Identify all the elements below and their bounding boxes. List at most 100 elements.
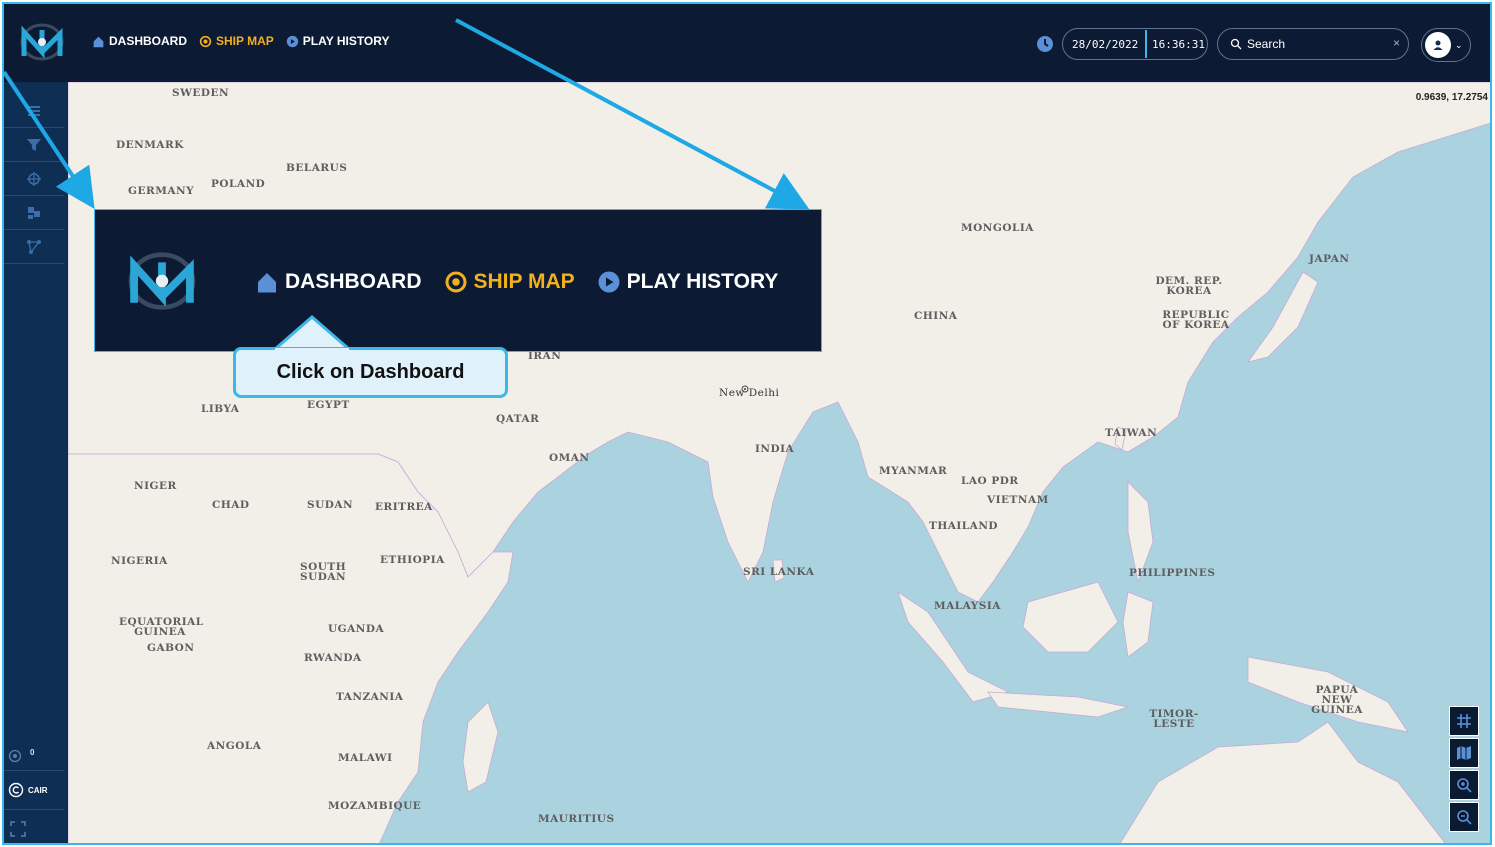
radar-count: 0 xyxy=(30,747,35,757)
map-label: THAILAND xyxy=(929,520,999,532)
map-layer-button[interactable] xyxy=(1449,738,1479,768)
map-label: MOZAMBIQUE xyxy=(328,800,422,812)
zoom-in-button[interactable] xyxy=(1449,770,1479,800)
sidebar-brand: CAIR xyxy=(4,770,64,810)
map-label: MALAYSIA xyxy=(934,600,1001,612)
nav-ship-map[interactable]: SHIP MAP xyxy=(199,34,274,48)
map-label: OMAN xyxy=(549,452,590,464)
search-input[interactable] xyxy=(1247,37,1387,51)
play-icon xyxy=(286,35,298,47)
time-value: 16:36:31 xyxy=(1152,37,1205,51)
tooltip-text: Click on Dashboard xyxy=(276,361,465,383)
callout-play-history[interactable]: PLAY HISTORY xyxy=(597,270,779,294)
clear-search-icon[interactable]: × xyxy=(1393,36,1400,50)
menu-icon xyxy=(28,105,40,116)
network-icon xyxy=(27,239,41,254)
search-box: × xyxy=(1217,28,1409,60)
nav-ship-map-label: SHIP MAP xyxy=(216,34,274,48)
brand-label: CAIR xyxy=(28,785,48,795)
callout-ship-map[interactable]: SHIP MAP xyxy=(444,270,575,294)
map-label: MALAWI xyxy=(338,752,393,764)
target-icon xyxy=(27,171,41,186)
callout-play-history-label: PLAY HISTORY xyxy=(626,270,779,293)
map-land xyxy=(68,82,1490,843)
target-icon xyxy=(445,271,466,293)
map-label: QATAR xyxy=(496,413,540,425)
avatar xyxy=(1425,32,1451,58)
tooltip-pointer-join xyxy=(275,348,349,352)
date-value: 28/02/2022 xyxy=(1072,37,1139,51)
ship-map[interactable]: 0.9639, 17.2754 SWEDEN DENMARK BELARUS G… xyxy=(68,82,1490,843)
map-label: MAURITIUS xyxy=(538,813,615,825)
sidebar-target[interactable] xyxy=(4,162,64,196)
user-icon xyxy=(1433,40,1443,50)
sidebar-radar[interactable]: 0 xyxy=(4,745,64,767)
copyright-icon xyxy=(8,782,24,798)
map-label: PAPUA NEW GUINEA xyxy=(1311,684,1363,716)
tooltip: Click on Dashboard xyxy=(233,347,508,398)
map-label: ANGOLA xyxy=(207,740,262,752)
grid-icon xyxy=(1457,714,1471,728)
map-label: TAIWAN xyxy=(1105,427,1158,439)
main-nav: DASHBOARD SHIP MAP PLAY HISTORY xyxy=(92,34,390,48)
map-label: JAPAN xyxy=(1309,253,1350,265)
map-label: SUDAN xyxy=(307,499,354,511)
chevron-down-icon: ⌄ xyxy=(1455,39,1463,50)
map-label: LAO PDR xyxy=(961,475,1019,487)
map-label: RWANDA xyxy=(304,652,362,664)
callout-ship-map-label: SHIP MAP xyxy=(473,270,575,293)
map-label: BELARUS xyxy=(286,162,348,174)
callout-dashboard-label: DASHBOARD xyxy=(285,270,422,293)
map-label: EQUATORIAL GUINEA xyxy=(119,616,204,638)
user-menu[interactable]: ⌄ xyxy=(1421,28,1471,62)
map-label: MONGOLIA xyxy=(961,222,1034,234)
sidebar-filter[interactable] xyxy=(4,128,64,162)
map-icon xyxy=(1457,746,1471,760)
app-window: DASHBOARD SHIP MAP PLAY HISTORY 28/02/20… xyxy=(2,2,1492,845)
nav-play-history-label: PLAY HISTORY xyxy=(302,34,390,48)
top-bar: DASHBOARD SHIP MAP PLAY HISTORY 28/02/20… xyxy=(4,4,1490,82)
map-label: DEM. REP. KOREA xyxy=(1155,275,1223,297)
map-label: POLAND xyxy=(211,178,266,190)
target-icon xyxy=(199,35,212,47)
zoom-out-button[interactable] xyxy=(1449,802,1479,832)
map-label: ETHIOPIA xyxy=(380,554,445,566)
map-label: ERITREA xyxy=(375,501,433,513)
map-label: REPUBLIC OF KOREA xyxy=(1162,309,1230,331)
map-label: NIGER xyxy=(134,480,177,492)
map-label: DENMARK xyxy=(116,139,184,151)
map-label: EGYPT xyxy=(307,399,350,411)
zoom-in-icon xyxy=(1457,778,1472,793)
map-label: TANZANIA xyxy=(336,691,404,703)
capital-marker-icon xyxy=(741,385,749,393)
map-label: CHINA xyxy=(914,310,958,322)
sidebar-fullscreen[interactable] xyxy=(4,818,64,840)
map-label: CHAD xyxy=(212,499,250,511)
grid-toggle-button[interactable] xyxy=(1449,706,1479,736)
app-logo xyxy=(128,252,196,310)
map-label: UGANDA xyxy=(328,623,385,635)
callout-nav: DASHBOARD SHIP MAP PLAY HISTORY xyxy=(255,270,778,294)
map-label: New Delhi xyxy=(719,387,780,399)
zoom-out-icon xyxy=(1457,810,1472,825)
map-label: MYANMAR xyxy=(879,465,948,477)
map-label: GABON xyxy=(147,642,195,654)
sidebar-layers[interactable] xyxy=(4,196,64,230)
play-icon xyxy=(598,271,620,293)
nav-dashboard[interactable]: DASHBOARD xyxy=(92,34,187,48)
map-label: GERMANY xyxy=(128,185,195,197)
app-logo[interactable] xyxy=(18,22,66,62)
callout-dashboard[interactable]: DASHBOARD xyxy=(255,270,422,294)
map-label: PHILIPPINES xyxy=(1129,567,1216,579)
radar-icon xyxy=(8,749,22,763)
map-label: TIMOR-LESTE xyxy=(1149,708,1199,730)
map-label: SWEDEN xyxy=(172,87,230,99)
map-label: SRI LANKA xyxy=(743,566,815,578)
layers-icon xyxy=(28,206,40,219)
clock-icon xyxy=(1037,36,1053,52)
nav-play-history[interactable]: PLAY HISTORY xyxy=(286,34,390,48)
sidebar-network[interactable] xyxy=(4,230,64,264)
map-label: LIBYA xyxy=(201,403,240,415)
sidebar-menu[interactable] xyxy=(4,94,64,128)
map-label: IRAN xyxy=(528,350,562,362)
